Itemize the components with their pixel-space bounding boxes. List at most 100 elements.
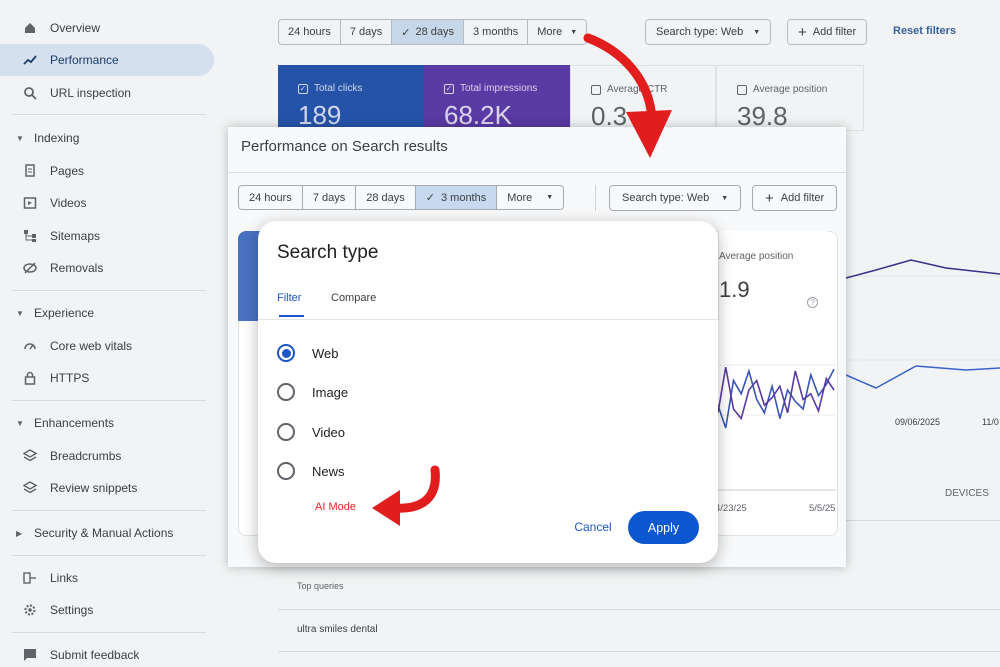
apply-button[interactable]: Apply	[628, 511, 699, 544]
bg-search-type-button[interactable]: Search type: Web ▼	[645, 19, 772, 45]
range-label: More	[537, 26, 563, 38]
bg-date-range-selector: 24 hours 7 days ✓ 28 days 3 months More ▼	[278, 19, 588, 45]
checkbox-checked-icon: ✓	[444, 83, 454, 94]
section-label: Experience	[34, 306, 95, 320]
sidebar-item-review-snippets[interactable]: Review snippets	[0, 472, 214, 504]
search-type-button[interactable]: Search type: Web ▼	[609, 185, 742, 211]
sidebar-item-label: URL inspection	[50, 86, 131, 100]
range-3m[interactable]: ✓ 3 months	[415, 185, 498, 210]
sidebar-divider	[12, 632, 206, 633]
add-filter-label: Add filter	[812, 26, 857, 38]
bg-chart-date: 09/06/2025	[895, 417, 941, 427]
range-more[interactable]: More ▼	[497, 185, 565, 210]
bg-row-divider	[278, 609, 1000, 610]
checkbox-checked-icon: ✓	[298, 83, 308, 94]
dialog-title: Search type	[277, 242, 379, 263]
bg-row-divider	[278, 651, 1000, 652]
sidebar-section-indexing[interactable]: ▼ Indexing	[0, 123, 214, 153]
sidebar-item-breadcrumbs[interactable]: Breadcrumbs	[0, 440, 214, 472]
dropdown-arrow-icon: ▼	[570, 28, 578, 36]
bg-table-header: Top queries	[297, 581, 344, 591]
chart-date-label: 4/23/25	[715, 503, 747, 514]
sidebar-item-label: Removals	[50, 261, 104, 275]
sidebar-item-url-inspection[interactable]: URL inspection	[0, 77, 214, 109]
trending-icon	[22, 52, 38, 68]
section-label: Indexing	[34, 131, 80, 145]
bg-range-more[interactable]: More ▼	[528, 19, 588, 45]
sidebar-item-https[interactable]: HTTPS	[0, 362, 214, 394]
sidebar-section-experience[interactable]: ▼ Experience	[0, 298, 214, 328]
section-label: Enhancements	[34, 416, 115, 430]
caret-down-icon: ▼	[16, 133, 24, 143]
checkbox-icon	[737, 84, 747, 95]
caret-down-icon: ▼	[16, 418, 24, 428]
radio-option-news[interactable]: News	[277, 461, 345, 481]
range-24h[interactable]: 24 hours	[238, 185, 303, 210]
metric-value: 1.9	[719, 277, 750, 302]
sidebar-item-overview[interactable]: Overview	[0, 12, 214, 44]
metric-label: Total clicks	[314, 83, 363, 94]
range-label: More	[507, 191, 533, 204]
bg-metric-average-ctr[interactable]: Average CTR 0.3	[570, 65, 716, 131]
radio-option-web[interactable]: Web	[277, 343, 339, 363]
check-icon: ✓	[425, 192, 435, 204]
range-label: 28 days	[415, 26, 454, 38]
caret-right-icon: ▶	[16, 528, 23, 538]
sidebar-item-performance[interactable]: Performance	[0, 44, 214, 76]
removals-icon	[22, 260, 38, 276]
sidebar-item-label: Breadcrumbs	[50, 449, 122, 463]
average-position-metric[interactable]: Average position 1.9 ?	[718, 231, 828, 321]
sidebar-divider	[12, 510, 206, 511]
sidebar-item-label: Performance	[50, 53, 119, 67]
sidebar-item-submit-feedback[interactable]: Submit feedback	[0, 639, 214, 667]
tab-filter[interactable]: Filter	[277, 292, 301, 304]
help-icon[interactable]: ?	[807, 297, 818, 308]
metric-label: Average position	[719, 251, 794, 262]
bg-range-28d[interactable]: ✓ 28 days	[392, 19, 464, 45]
bg-range-7d[interactable]: 7 days	[340, 19, 393, 45]
bg-range-3m[interactable]: 3 months	[463, 19, 529, 45]
bg-add-filter-button[interactable]: + Add filter	[787, 19, 868, 45]
sidebar-item-core-web-vitals[interactable]: Core web vitals	[0, 330, 214, 362]
radio-unchecked-icon	[277, 462, 295, 480]
dropdown-arrow-icon: ▼	[753, 28, 761, 36]
gear-icon	[22, 602, 38, 618]
search-icon	[22, 85, 38, 101]
sidebar-item-label: Review snippets	[50, 481, 138, 495]
cancel-button[interactable]: Cancel	[563, 515, 623, 539]
add-filter-label: Add filter	[780, 192, 825, 204]
bg-metric-total-clicks[interactable]: ✓ Total clicks 189	[278, 65, 424, 131]
bg-metric-average-position[interactable]: Average position 39.8	[716, 65, 864, 131]
panel-divider	[228, 172, 846, 173]
range-7d[interactable]: 7 days	[302, 185, 357, 210]
sidebar-section-security[interactable]: ▶ Security & Manual Actions	[0, 518, 214, 548]
dropdown-arrow-icon: ▼	[546, 194, 554, 201]
selected-metric-strip[interactable]	[238, 231, 260, 321]
layers-icon	[22, 448, 38, 464]
lock-icon	[22, 370, 38, 386]
tab-compare[interactable]: Compare	[331, 292, 376, 304]
dialog-divider	[258, 319, 718, 320]
sidebar-item-links[interactable]: Links	[0, 562, 214, 594]
date-range-selector: 24 hours 7 days 28 days ✓ 3 months More ▼	[238, 185, 565, 210]
reset-filters-link[interactable]: Reset filters	[893, 25, 956, 37]
ai-mode-annotation: AI Mode	[315, 501, 356, 513]
bg-range-24h[interactable]: 24 hours	[278, 19, 341, 45]
radio-option-video[interactable]: Video	[277, 422, 345, 442]
sidebar-item-pages[interactable]: Pages	[0, 155, 214, 187]
sidebar-item-settings[interactable]: Settings	[0, 594, 214, 626]
sidebar-item-label: HTTPS	[50, 371, 90, 385]
sidebar-item-videos[interactable]: Videos	[0, 187, 214, 219]
sidebar-item-removals[interactable]: Removals	[0, 252, 214, 284]
bg-metric-total-impressions[interactable]: ✓ Total impressions 68.2K	[424, 65, 570, 131]
bg-devices-tab[interactable]: DEVICES	[945, 488, 989, 499]
radio-option-image[interactable]: Image	[277, 382, 348, 402]
bg-table-row[interactable]: ultra smiles dental	[297, 624, 378, 635]
radio-checked-icon	[277, 344, 295, 362]
add-filter-button[interactable]: + Add filter	[752, 185, 838, 211]
sidebar-item-sitemaps[interactable]: Sitemaps	[0, 220, 214, 252]
range-28d[interactable]: 28 days	[356, 185, 416, 210]
sitemap-icon	[22, 228, 38, 244]
sidebar-section-enhancements[interactable]: ▼ Enhancements	[0, 408, 214, 438]
caret-down-icon: ▼	[16, 308, 24, 318]
